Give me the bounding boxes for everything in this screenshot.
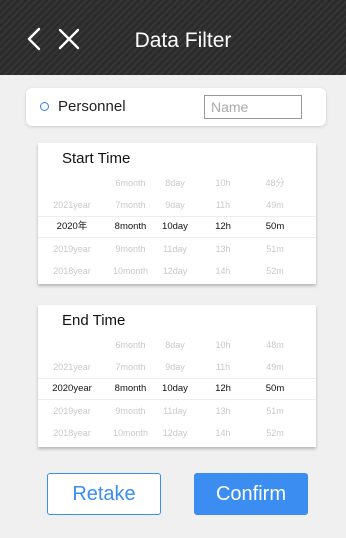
month-cell[interactable]: 6month (106, 172, 155, 194)
minute-cell[interactable]: 52m (251, 260, 299, 282)
personnel-filter: Personnel (26, 88, 326, 126)
minute-cell[interactable]: 49m (251, 194, 299, 216)
picker-row: 2019year 9month 11day 13h 51m (38, 400, 316, 422)
year-cell[interactable]: 2018year (38, 422, 106, 444)
month-cell[interactable]: 6month (106, 334, 155, 356)
picker-row-selected: 2020年 8month 10day 12h 50m (38, 216, 316, 238)
hour-cell[interactable]: 10h (195, 334, 251, 356)
minute-cell[interactable]: 48分 (251, 172, 299, 194)
retake-button[interactable]: Retake (47, 473, 161, 515)
name-input[interactable] (204, 95, 302, 119)
day-cell[interactable]: 9day (155, 356, 195, 378)
year-cell[interactable]: 2019year (38, 238, 106, 260)
minute-cell[interactable]: 51m (251, 400, 299, 422)
minute-cell[interactable]: 52m (251, 422, 299, 444)
minute-cell[interactable]: 48m (251, 334, 299, 356)
picker-row: 2021year 7month 9day 11h 49m (38, 356, 316, 378)
picker-row: 2018year 10month 12day 14h 52m (38, 422, 316, 444)
minute-cell[interactable]: 49m (251, 356, 299, 378)
day-cell[interactable]: 8day (155, 334, 195, 356)
day-cell[interactable]: 9day (155, 194, 195, 216)
hour-cell[interactable]: 14h (195, 422, 251, 444)
year-cell[interactable]: 2021year (38, 194, 106, 216)
hour-cell[interactable]: 13h (195, 400, 251, 422)
year-cell[interactable]: 2021year (38, 356, 106, 378)
picker-row: 2019year 9month 11day 13h 51m (38, 238, 316, 260)
year-cell[interactable]: 2020year (38, 378, 106, 400)
month-cell[interactable]: 8month (106, 216, 155, 238)
start-time-title: Start Time (62, 150, 131, 167)
confirm-button[interactable]: Confirm (194, 473, 308, 515)
picker-row: 6month 8day 10h 48分 (38, 172, 316, 194)
minute-cell[interactable]: 51m (251, 238, 299, 260)
hour-cell[interactable]: 13h (195, 238, 251, 260)
month-cell[interactable]: 7month (106, 356, 155, 378)
year-cell[interactable]: 2019year (38, 400, 106, 422)
hour-cell[interactable]: 11h (195, 194, 251, 216)
picker-row: 2021year 7month 9day 11h 49m (38, 194, 316, 216)
day-cell[interactable]: 11day (155, 400, 195, 422)
personnel-label: Personnel (58, 98, 126, 115)
year-cell[interactable]: 2018year (38, 260, 106, 282)
minute-cell[interactable]: 50m (251, 378, 299, 400)
day-cell[interactable]: 12day (155, 260, 195, 282)
month-cell[interactable]: 9month (106, 238, 155, 260)
picker-row: 2018year 10month 12day 14h 52m (38, 260, 316, 282)
start-time-picker: Start Time 6month 8day 10h 48分 2021year … (38, 143, 316, 284)
month-cell[interactable]: 8month (106, 378, 155, 400)
year-cell[interactable] (38, 172, 106, 194)
hour-cell[interactable]: 12h (195, 216, 251, 238)
month-cell[interactable]: 10month (106, 260, 155, 282)
month-cell[interactable]: 10month (106, 422, 155, 444)
app-header: Data Filter (0, 0, 346, 75)
end-time-wheel[interactable]: 6month 8day 10h 48m 2021year 7month 9day… (38, 334, 316, 444)
month-cell[interactable]: 7month (106, 194, 155, 216)
day-cell[interactable]: 11day (155, 238, 195, 260)
picker-row-selected: 2020year 8month 10day 12h 50m (38, 378, 316, 400)
hour-cell[interactable]: 14h (195, 260, 251, 282)
start-time-wheel[interactable]: 6month 8day 10h 48分 2021year 7month 9day… (38, 172, 316, 282)
year-cell[interactable]: 2020年 (38, 216, 106, 238)
page-title: Data Filter (134, 29, 232, 52)
month-cell[interactable]: 9month (106, 400, 155, 422)
day-cell[interactable]: 10day (155, 378, 195, 400)
hour-cell[interactable]: 10h (195, 172, 251, 194)
day-cell[interactable]: 8day (155, 172, 195, 194)
year-cell[interactable] (38, 334, 106, 356)
hour-cell[interactable]: 12h (195, 378, 251, 400)
day-cell[interactable]: 10day (155, 216, 195, 238)
end-time-title: End Time (62, 312, 126, 329)
end-time-picker: End Time 6month 8day 10h 48m 2021year 7m… (38, 305, 316, 447)
picker-row: 6month 8day 10h 48m (38, 334, 316, 356)
radio-circle-icon[interactable] (40, 102, 49, 111)
minute-cell[interactable]: 50m (251, 216, 299, 238)
day-cell[interactable]: 12day (155, 422, 195, 444)
hour-cell[interactable]: 11h (195, 356, 251, 378)
